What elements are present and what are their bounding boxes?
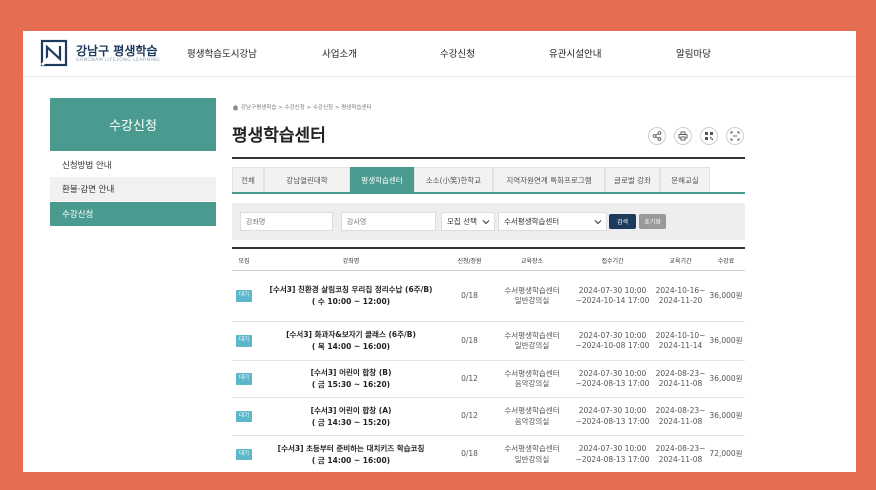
table-header: 모집 강좌명 신청/정원 교육장소 접수기간 교육기간 수강료	[232, 249, 745, 271]
lnb-item-how-to-apply[interactable]: 신청방법 안내	[50, 153, 216, 177]
receipt-period: 2024-07-30 10:00 ~2024-08-13 17:00	[575, 406, 650, 426]
enrollment-count: 0/18	[461, 335, 478, 345]
table-row[interactable]: 대기 [수서3] 어린이 합창 (A)( 금 14:30 ~ 15:20) 0/…	[232, 398, 745, 436]
scan-button[interactable]	[726, 127, 744, 145]
tab-gangnam-open-university[interactable]: 강남열린대학	[264, 167, 350, 192]
location-select-value: 수서평생학습센터	[504, 217, 560, 226]
fee: 36,000원	[709, 335, 743, 345]
tab-global-course[interactable]: 글로벌 강좌	[605, 167, 660, 192]
qr-code-icon	[705, 132, 713, 140]
column-header-receipt-period: 접수기간	[601, 257, 624, 265]
receipt-period: 2024-07-30 10:00 ~2024-08-13 17:00	[575, 444, 650, 464]
course-title-link[interactable]: [수서3] 어린이 합창 (A)( 금 14:30 ~ 15:20)	[311, 405, 392, 429]
gnb-item-lifelong-city[interactable]: 평생학습도시강남	[187, 46, 257, 60]
print-icon	[678, 131, 688, 141]
edu-period: 2024-10-16~ 2024-11-20	[655, 285, 706, 306]
tab-regional-program[interactable]: 지역자원연계 특화프로그램	[493, 167, 605, 192]
logo-subtitle: GANGNAM LIFELONG LEARNING	[76, 58, 161, 63]
tab-literacy-class[interactable]: 문해교실	[660, 167, 710, 192]
tab-all[interactable]: 전체	[232, 167, 264, 192]
edu-period: 2024-08-23~ 2024-11-08	[655, 406, 706, 426]
column-header-place: 교육장소	[520, 257, 544, 265]
place: 수서평생학습센터 음악강의실	[504, 406, 560, 426]
course-title-link[interactable]: [수서3] 친환경 살림코칭 우리집 정리수납 (6주/B)( 수 10:00 …	[270, 284, 433, 308]
qr-code-button[interactable]	[700, 127, 718, 145]
receipt-period: 2024-07-30 10:00 ~2024-10-14 17:00	[575, 285, 650, 306]
column-header-fee: 수강료	[717, 257, 735, 265]
table-row[interactable]: 대기 [수서3] 친환경 살림코칭 우리집 정리수납 (6주/B)( 수 10:…	[232, 271, 745, 322]
fee: 36,000원	[709, 411, 743, 421]
share-icon	[652, 131, 662, 141]
breadcrumb-path: 강남구평생학습 > 수강신청 > 수강신청 > 평생학습센터	[241, 105, 372, 111]
lnb-item-refund[interactable]: 환불·감면 안내	[50, 177, 216, 201]
course-table: 모집 강좌명 신청/정원 교육장소 접수기간 교육기간 수강료 대기 [수서3]…	[232, 247, 745, 472]
receipt-period: 2024-07-30 10:00 ~2024-08-13 17:00	[575, 368, 650, 389]
course-name-input[interactable]	[240, 212, 333, 231]
gnb-item-business[interactable]: 사업소개	[322, 46, 357, 60]
logo-mark-icon	[40, 39, 68, 67]
tab-soso-school[interactable]: 소소(小笑)한학교	[414, 167, 493, 192]
site-logo[interactable]: 강남구 평생학습 GANGNAM LIFELONG LEARNING	[40, 39, 180, 69]
fee: 36,000원	[709, 373, 743, 383]
share-button[interactable]	[648, 127, 666, 145]
gnb-item-facilities[interactable]: 유관시설안내	[549, 46, 601, 60]
instructor-name-input[interactable]	[341, 212, 436, 231]
browser-frame: 강남구 평생학습 GANGNAM LIFELONG LEARNING 평생학습도…	[23, 31, 856, 472]
breadcrumb: 강남구평생학습 > 수강신청 > 수강신청 > 평생학습센터	[232, 103, 372, 111]
course-title-link[interactable]: [수서3] 화과자&보자기 클래스 (6주/B)( 목 14:00 ~ 16:0…	[286, 329, 416, 353]
place: 수서평생학습센터 일반강의실	[504, 285, 560, 306]
table-row[interactable]: 대기 [수서3] 화과자&보자기 클래스 (6주/B)( 목 14:00 ~ 1…	[232, 322, 745, 361]
print-button[interactable]	[674, 127, 692, 145]
chevron-down-icon	[482, 220, 490, 225]
fee: 36,000원	[709, 290, 743, 300]
title-divider	[232, 157, 745, 159]
tab-lifelong-learning-center[interactable]: 평생학습센터	[350, 167, 414, 192]
status-select[interactable]: 모집 선택	[441, 212, 495, 231]
search-panel: 모집 선택 수서평생학습센터 검색 초기화	[232, 203, 745, 240]
column-header-status: 모집	[238, 257, 250, 265]
column-header-edu-period: 교육기간	[669, 257, 692, 265]
gnb-item-notices[interactable]: 알림마당	[676, 46, 711, 60]
status-badge: 대기	[235, 335, 253, 347]
table-row[interactable]: 대기 [수서3] 어린이 합창 (B)( 금 15:30 ~ 16:20) 0/…	[232, 361, 745, 398]
receipt-period: 2024-07-30 10:00 ~2024-10-08 17:00	[575, 330, 650, 351]
course-title-link[interactable]: [수서3] 어린이 합창 (B)( 금 15:30 ~ 16:20)	[311, 367, 392, 391]
reset-button[interactable]: 초기화	[639, 214, 666, 229]
edu-period: 2024-08-23~ 2024-11-08	[655, 368, 706, 389]
table-row[interactable]: 대기 [수서3] 초등부터 준비하는 대치키즈 학습코칭( 금 14:00 ~ …	[232, 436, 745, 472]
status-badge: 대기	[235, 290, 253, 302]
home-icon[interactable]	[232, 104, 239, 111]
logo-name: 강남구 평생학습	[76, 44, 158, 58]
column-header-course: 강좌명	[342, 257, 360, 265]
category-tabs: 전체 강남열린대학 평생학습센터 소소(小笑)한학교 지역자원연계 특화프로그램…	[232, 167, 745, 194]
chevron-down-icon	[594, 220, 602, 225]
scan-icon	[730, 131, 740, 141]
status-badge: 대기	[235, 373, 253, 385]
enrollment-count: 0/12	[461, 373, 478, 383]
status-badge: 대기	[235, 410, 253, 423]
enrollment-count: 0/12	[461, 411, 478, 421]
fee: 72,000원	[709, 449, 743, 459]
place: 수서평생학습센터 일반강의실	[504, 444, 560, 464]
search-button[interactable]: 검색	[609, 214, 636, 229]
enrollment-count: 0/18	[461, 449, 478, 459]
site-header: 강남구 평생학습 GANGNAM LIFELONG LEARNING 평생학습도…	[23, 31, 856, 77]
lnb-title: 수강신청	[50, 98, 216, 151]
enrollment-count: 0/18	[461, 290, 478, 300]
course-title-link[interactable]: [수서3] 초등부터 준비하는 대치키즈 학습코칭( 금 14:00 ~ 16:…	[278, 443, 425, 467]
gnb-item-enrollment[interactable]: 수강신청	[440, 46, 475, 60]
place: 수서평생학습센터 일반강의실	[504, 330, 560, 351]
place: 수서평생학습센터 음악강의실	[504, 368, 560, 389]
column-header-count: 신청/정원	[457, 257, 482, 265]
status-select-value: 모집 선택	[447, 217, 477, 226]
edu-period: 2024-10-10~ 2024-11-14	[655, 330, 706, 351]
lnb-item-enrollment[interactable]: 수강신청	[50, 202, 216, 226]
page-title: 평생학습센터	[232, 126, 326, 146]
status-badge: 대기	[235, 448, 253, 461]
location-select[interactable]: 수서평생학습센터	[498, 212, 607, 231]
edu-period: 2024-08-23~ 2024-11-08	[655, 444, 706, 464]
